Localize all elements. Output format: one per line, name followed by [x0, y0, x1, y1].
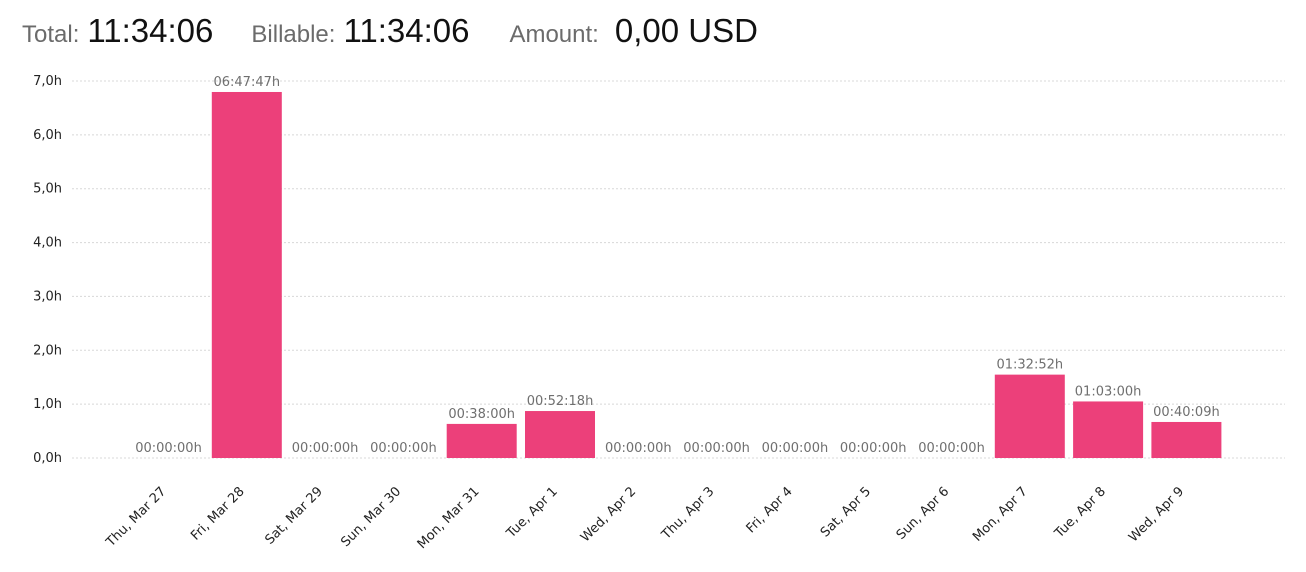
- x-tick-label: Fri, Apr 4: [744, 484, 796, 536]
- bar-value-label: 00:00:00h: [683, 441, 750, 456]
- x-tick-label: Tue, Apr 1: [503, 484, 561, 542]
- bar-value-label: 00:00:00h: [762, 441, 829, 456]
- x-tick-label: Mon, Mar 31: [415, 484, 483, 552]
- y-tick-label: 0,0h: [33, 451, 62, 466]
- x-tick-label: Wed, Apr 9: [1126, 484, 1187, 545]
- bar-value-label: 00:00:00h: [840, 441, 907, 456]
- bar: [525, 411, 595, 458]
- y-tick-label: 7,0h: [33, 74, 62, 89]
- bar: [446, 423, 517, 458]
- x-tick-label: Fri, Mar 28: [188, 484, 247, 543]
- bar-value-label: 00:00:00h: [605, 441, 672, 456]
- bar-value-label: 00:00:00h: [135, 441, 202, 456]
- y-axis-ticks: 0,0h 1,0h 2,0h 3,0h 4,0h 5,0h 6,0h 7,0h: [33, 74, 62, 466]
- y-tick-label: 3,0h: [33, 289, 62, 304]
- y-tick-label: 1,0h: [33, 397, 62, 412]
- daily-hours-bar-chart: 0,0h 1,0h 2,0h 3,0h 4,0h 5,0h 6,0h 7,0h 00:00:0…: [33, 74, 1285, 552]
- y-tick-label: 4,0h: [33, 236, 62, 251]
- bar-value-label: 00:52:18h: [527, 394, 594, 409]
- bar-value-label: 06:47:47h: [213, 75, 280, 90]
- bar: [1073, 401, 1144, 458]
- x-axis-ticks: Thu, Mar 27 Fri, Mar 28 Sat, Mar 29 Sun, Ma…: [103, 484, 1187, 552]
- x-tick-label: Tue, Apr 8: [1051, 484, 1109, 542]
- bar-value-label: 00:00:00h: [292, 441, 359, 456]
- bar-value-label: 00:00:00h: [370, 441, 437, 456]
- x-tick-label: Thu, Mar 27: [103, 484, 169, 550]
- bar: [1151, 421, 1222, 458]
- x-tick-label: Wed, Apr 2: [578, 484, 639, 545]
- bar-value-label: 00:00:00h: [918, 441, 985, 456]
- bar-value-label: 00:40:09h: [1153, 405, 1220, 420]
- x-tick-label: Sun, Mar 30: [338, 484, 404, 550]
- bars: [211, 91, 1222, 459]
- x-tick-label: Sat, Mar 29: [262, 484, 325, 547]
- bar: [994, 374, 1065, 458]
- y-tick-label: 6,0h: [33, 128, 62, 143]
- bar: [211, 91, 282, 459]
- bar-value-label: 00:38:00h: [448, 407, 515, 422]
- bar-value-label: 01:03:00h: [1075, 384, 1142, 399]
- x-tick-label: Thu, Apr 3: [658, 484, 717, 543]
- y-tick-label: 2,0h: [33, 343, 62, 358]
- x-tick-label: Sun, Apr 6: [894, 484, 953, 543]
- y-tick-label: 5,0h: [33, 182, 62, 197]
- bar-value-label: 01:32:52h: [996, 358, 1063, 373]
- x-tick-label: Mon, Apr 7: [970, 484, 1031, 545]
- x-tick-label: Sat, Apr 5: [818, 484, 874, 540]
